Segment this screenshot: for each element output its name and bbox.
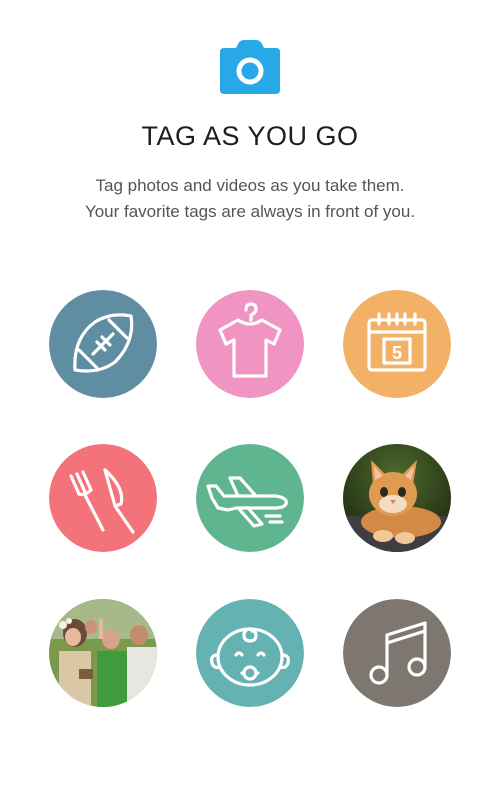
tag-music[interactable] <box>343 599 451 707</box>
tag-party-photo[interactable] <box>49 599 157 707</box>
calendar-day: 5 <box>392 343 402 363</box>
airplane-icon <box>196 444 304 552</box>
tag-cat-photo[interactable] <box>343 444 451 552</box>
camera-icon <box>220 40 280 94</box>
crowd-photo <box>49 599 157 707</box>
tag-baby[interactable] <box>196 599 304 707</box>
tag-food[interactable] <box>49 444 157 552</box>
football-icon <box>49 290 157 398</box>
music-note-icon <box>343 599 451 707</box>
tag-football[interactable] <box>49 290 157 398</box>
tag-calendar[interactable]: 5 <box>343 290 451 398</box>
tshirt-icon <box>196 290 304 398</box>
tag-clothing[interactable] <box>196 290 304 398</box>
calendar-icon: 5 <box>343 290 451 398</box>
baby-face-icon <box>196 599 304 707</box>
tag-travel[interactable] <box>196 444 304 552</box>
kitten-photo <box>343 444 451 552</box>
subtitle-line-2: Your favorite tags are always in front o… <box>84 202 416 221</box>
fork-knife-icon <box>49 444 157 552</box>
subtitle-line-1: Tag photos and videos as you take them. <box>95 176 405 195</box>
page-title: TAG AS YOU GO <box>141 121 359 151</box>
page-subtitle: Tag photos and videos as you take them. … <box>0 173 500 225</box>
